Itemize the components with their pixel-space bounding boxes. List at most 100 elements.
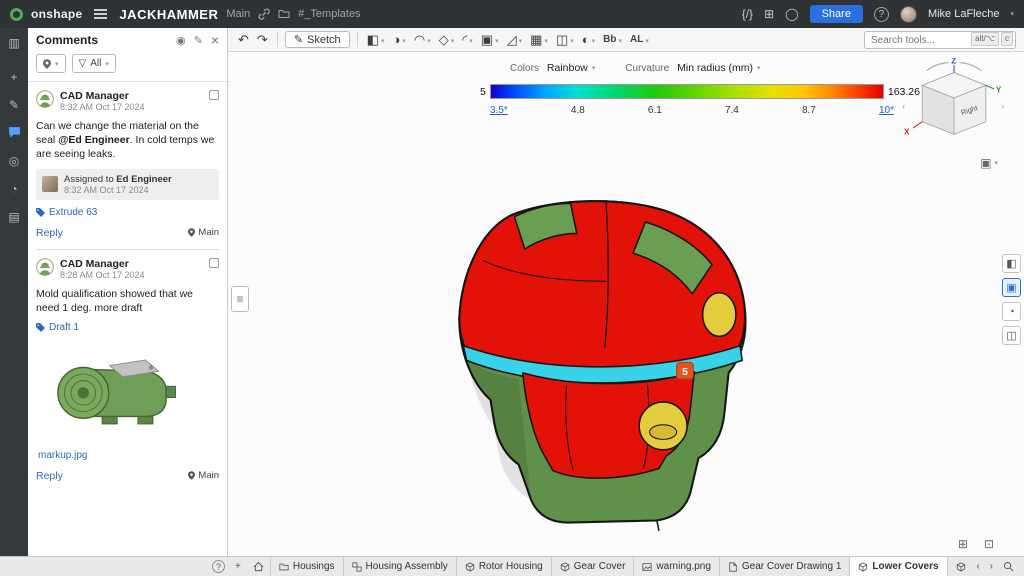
assignment-card: Assigned to Ed Engineer 8:32 AM Oct 17 2…	[36, 169, 219, 200]
section-view-button[interactable]: ▣	[1002, 278, 1021, 297]
author-avatar	[36, 258, 54, 276]
folder-path[interactable]: #_Templates	[298, 8, 360, 20]
draft-tool-button[interactable]: ◿▾	[505, 32, 525, 48]
reply-link[interactable]: Reply	[36, 227, 63, 239]
left-rail: ▥ + ✎ ◎ ◔ ▤	[0, 28, 28, 556]
view-options-button[interactable]: ▣ ▾	[980, 156, 998, 170]
edit-markup-icon[interactable]: ✎	[5, 98, 23, 114]
tab-help-button[interactable]: ?	[212, 560, 225, 573]
view-cube[interactable]: Right Z Y X ‹ ›	[898, 58, 1010, 158]
tab-warning-png[interactable]: warning.png	[634, 557, 719, 576]
markup-filter-icon[interactable]: ✎	[194, 34, 203, 47]
sketch-button[interactable]: ✎ Sketch	[285, 31, 350, 48]
tag-icon	[36, 323, 45, 332]
feature-tag-link[interactable]: Extrude 63	[36, 207, 219, 218]
tab-rotor-housing[interactable]: Rotor Housing	[457, 557, 552, 576]
resolve-checkbox[interactable]	[209, 90, 219, 100]
funnel-icon: ▽	[79, 58, 87, 69]
location-filter-dropdown[interactable]: ▾	[36, 54, 66, 73]
custom-tool-bb-button[interactable]: Bb▾	[601, 34, 624, 45]
tab-manager-button[interactable]	[247, 557, 270, 576]
scale-min-value: 5	[480, 86, 486, 98]
display-states-button[interactable]: ◧	[1002, 254, 1021, 273]
share-button[interactable]: Share	[810, 5, 863, 23]
assignee-avatar	[42, 176, 58, 192]
reply-link[interactable]: Reply	[36, 470, 63, 482]
user-name: Mike LaFleche	[928, 8, 1000, 20]
tab-housing-assembly[interactable]: Housing Assembly	[344, 557, 457, 576]
resolve-checkbox[interactable]	[209, 258, 219, 268]
exploded-view-button[interactable]: ◫	[1002, 326, 1021, 345]
comment-location: Main	[188, 470, 219, 481]
main-menu-icon[interactable]	[94, 9, 107, 19]
next-tab-icon[interactable]: ›	[990, 561, 993, 572]
canvas-corner-tools: ⊞ ⊡	[958, 537, 994, 551]
tab-housings[interactable]: Housings	[270, 557, 344, 576]
custom-tool-al-button[interactable]: AL▾	[628, 34, 651, 45]
pin-icon	[188, 471, 195, 480]
pattern-tool-button[interactable]: ▦▾	[528, 32, 550, 48]
history-icon[interactable]: ◔	[5, 182, 23, 198]
create-version-icon[interactable]: +	[5, 70, 23, 86]
tab-bar: ? + Housings Housing Assembly Rotor Hous…	[0, 556, 1024, 576]
search-tabs-icon[interactable]	[1003, 561, 1014, 572]
all-filter-dropdown[interactable]: ▽ All ▾	[72, 54, 116, 73]
featurescript-icon[interactable]: {/}	[742, 7, 753, 21]
colors-dropdown[interactable]: Rainbow▾	[547, 62, 595, 74]
workspace-name[interactable]: Main	[226, 8, 250, 20]
close-panel-icon[interactable]: ×	[211, 33, 219, 47]
model-lower-cover[interactable]: 5	[452, 198, 764, 531]
help-button[interactable]: ?	[874, 7, 889, 22]
comments-panel-icon[interactable]	[5, 126, 23, 142]
revolve-tool-button[interactable]: ◑▾	[390, 32, 407, 47]
link-icon[interactable]	[258, 8, 270, 20]
app-store-icon[interactable]: ⊞	[764, 7, 774, 21]
onshape-logo-icon	[10, 8, 23, 21]
named-views-button[interactable]: ◔	[1002, 302, 1021, 321]
rainbow-gradient-bar[interactable]	[490, 84, 884, 99]
undo-button[interactable]: ↶	[236, 32, 251, 48]
loft-tool-button[interactable]: ◇▾	[437, 32, 457, 48]
attachment-filename-link[interactable]: markup.jpg	[38, 450, 219, 461]
tab-lower-covers[interactable]: Lower Covers	[850, 557, 947, 576]
app-header: onshape JACKHAMMER Main #_Templates {/} …	[0, 0, 1024, 28]
feature-tag-link[interactable]: Draft 1	[36, 322, 219, 333]
comment-attachment-image[interactable]	[40, 339, 200, 443]
panel-menu-icon[interactable]: ▥	[5, 36, 23, 52]
feature-list-toggle[interactable]: ≡	[231, 286, 249, 312]
globe-icon[interactable]: ◯	[785, 7, 798, 21]
comment-thread: CAD Manager 8:28 AM Oct 17 2024 Mold qua…	[28, 250, 227, 482]
user-menu-caret-icon[interactable]: ▾	[1010, 10, 1014, 18]
add-tab-button[interactable]: +	[229, 557, 247, 576]
curvature-label: Curvature	[625, 63, 669, 74]
user-avatar[interactable]	[900, 6, 917, 23]
shell-tool-button[interactable]: ▣▾	[479, 32, 501, 48]
prev-tab-icon[interactable]: ‹	[976, 561, 979, 572]
tables-icon[interactable]: ▤	[5, 210, 23, 226]
mention-link[interactable]: @Ed Engineer	[58, 134, 130, 146]
assignment-text: Assigned to Ed Engineer	[64, 174, 172, 185]
comments-panel-title: Comments	[36, 33, 98, 47]
notifications-icon[interactable]: ◉	[176, 34, 186, 47]
boolean-tool-button[interactable]: ◐▾	[580, 32, 597, 47]
svg-text:›: ›	[1001, 101, 1004, 111]
fit-view-icon[interactable]: ⊞	[958, 537, 968, 551]
tab-gear-cover-drawing[interactable]: Gear Cover Drawing 1	[720, 557, 850, 576]
tab-rear-handle[interactable]: Rear Handle	[948, 557, 967, 576]
scale-tick-link[interactable]: 10*	[879, 105, 894, 116]
document-tabs: Housings Housing Assembly Rotor Housing …	[270, 557, 966, 576]
sweep-tool-button[interactable]: ◠▾	[412, 32, 433, 48]
graphics-canvas[interactable]: Colors Rainbow▾ Curvature Min radius (mm…	[228, 52, 1024, 556]
colors-label: Colors	[510, 63, 539, 74]
mirror-tool-button[interactable]: ◫▾	[554, 32, 576, 48]
extrude-tool-button[interactable]: ◧▾	[365, 32, 387, 48]
author-avatar	[36, 90, 54, 108]
tab-gear-cover[interactable]: Gear Cover	[552, 557, 635, 576]
fillet-tool-button[interactable]: ◜▾	[460, 32, 475, 48]
follow-mode-icon[interactable]: ◎	[5, 154, 23, 170]
curvature-mode-dropdown[interactable]: Min radius (mm)▾	[677, 62, 760, 74]
redo-button[interactable]: ↷	[255, 32, 270, 48]
brand-name: onshape	[31, 7, 82, 21]
scale-tick-link[interactable]: 3.5*	[490, 105, 508, 116]
fullscreen-icon[interactable]: ⊡	[984, 537, 994, 551]
